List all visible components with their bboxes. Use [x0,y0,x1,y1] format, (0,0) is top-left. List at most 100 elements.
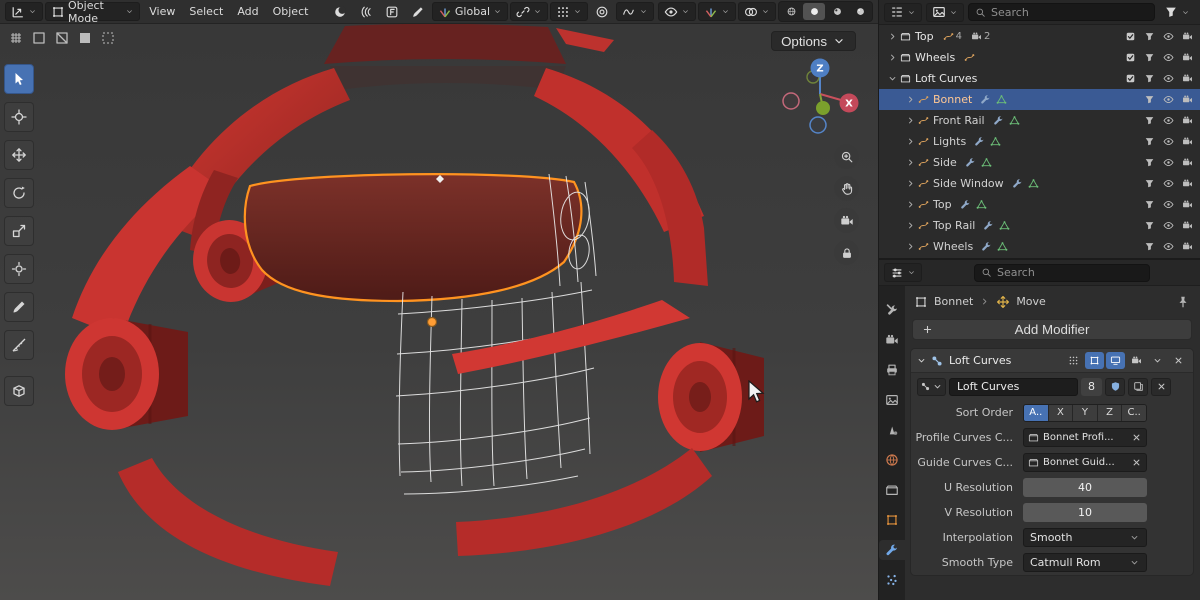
outliner-object-lights[interactable]: Lights [879,131,1200,152]
unlink-button[interactable] [1151,378,1171,396]
id-field[interactable]: Bonnet Profi... [1023,428,1147,447]
segment-option[interactable]: Z [1098,405,1123,421]
proportional-arcs-button[interactable] [354,2,378,21]
properties-tab-modifier[interactable] [879,540,905,560]
outliner-display-mode[interactable] [926,3,964,22]
tool-cursor[interactable] [4,102,34,132]
node-group-name-field[interactable]: Loft Curves [949,378,1078,396]
chevron-right-icon[interactable] [905,241,916,252]
id-field[interactable]: Bonnet Guid... [1023,453,1147,472]
properties-tab-render[interactable] [879,330,905,350]
camera-toggle[interactable] [1178,178,1197,189]
grid-button[interactable] [8,30,24,49]
dropdown-field[interactable]: Smooth [1023,528,1147,547]
checkbox-toggle[interactable] [1121,73,1140,84]
gizmos-dropdown[interactable] [698,2,736,21]
chevron-right-icon[interactable] [905,157,916,168]
navigation-gizmo[interactable]: Z X [780,54,864,138]
tool-measure[interactable] [4,330,34,360]
chevron-right-icon[interactable] [905,94,916,105]
shading-material-button[interactable] [826,3,848,20]
chevron-down-icon[interactable] [887,73,898,84]
panel-divider[interactable] [879,258,1200,260]
scene-3d-view[interactable] [0,24,878,600]
pin-icon[interactable] [1176,295,1190,309]
lock-button[interactable] [834,240,859,265]
funnel-toggle[interactable] [1140,52,1159,63]
object-origin-dot[interactable] [428,318,437,327]
segment-option[interactable]: X [1049,405,1074,421]
outliner-object-side[interactable]: Side [879,152,1200,173]
checkbox-toggle[interactable] [1121,31,1140,42]
outliner-filter-button[interactable] [1159,3,1195,22]
funnel-toggle[interactable] [1140,178,1159,189]
eye-toggle[interactable] [1159,220,1178,231]
zoom-button[interactable] [834,144,859,169]
rear-left-wheel[interactable] [65,318,188,430]
properties-tab-scene[interactable] [879,420,905,440]
chevron-right-icon[interactable] [905,220,916,231]
funnel-toggle[interactable] [1140,73,1159,84]
outliner-object-top[interactable]: Top [879,194,1200,215]
snapping-selector[interactable] [550,2,588,21]
snap-target-selector[interactable] [510,2,548,21]
eye-toggle[interactable] [1159,241,1178,252]
user-count-badge[interactable]: 8 [1081,378,1102,396]
tool-move[interactable] [4,140,34,170]
eye-toggle[interactable] [1159,115,1178,126]
visibility-dropdown[interactable] [658,2,696,21]
segment-option[interactable]: Y [1073,405,1098,421]
tool-tweak-select[interactable] [4,64,34,94]
tool-scale[interactable] [4,216,34,246]
shading-solid-button[interactable] [803,3,825,20]
display-editmode-toggle[interactable] [1085,352,1104,369]
camera-toggle[interactable] [1178,115,1197,126]
brush-button[interactable] [406,2,430,21]
menu-object[interactable]: Object [266,2,316,21]
funnel-toggle[interactable] [1140,199,1159,210]
display-realtime-toggle[interactable] [1106,352,1125,369]
funnel-toggle[interactable] [1140,136,1159,147]
fake-user-button[interactable] [1105,378,1125,396]
editor-type-selector[interactable] [5,2,43,21]
eye-toggle[interactable] [1159,31,1178,42]
eye-toggle[interactable] [1159,178,1178,189]
square-dashed-button[interactable] [100,30,116,49]
modifier-extras-menu[interactable] [1148,352,1167,369]
menu-select[interactable]: Select [182,2,230,21]
car-roof[interactable] [324,24,566,64]
properties-tab-particles[interactable] [879,570,905,590]
funnel-toggle[interactable] [1140,241,1159,252]
shading-toggle-button[interactable] [328,2,352,21]
tool-rotate[interactable] [4,178,34,208]
chevron-right-icon[interactable] [905,115,916,126]
camera-toggle[interactable] [1178,199,1197,210]
breadcrumb-tool[interactable]: Move [1016,295,1046,308]
eye-toggle[interactable] [1159,136,1178,147]
eye-toggle[interactable] [1159,52,1178,63]
display-render-toggle[interactable] [1127,352,1146,369]
properties-search-input[interactable]: Search [974,264,1150,282]
shading-rendered-button[interactable] [849,3,871,20]
checkbox-toggle[interactable] [1121,52,1140,63]
proportional-editing-toggle[interactable] [590,2,614,21]
tool-add-cube[interactable] [4,376,34,406]
segment-option[interactable]: C.. [1122,405,1146,421]
panel-expand-icon[interactable] [916,355,927,366]
chevron-right-icon[interactable] [887,31,898,42]
orientation-selector[interactable]: Global [432,2,508,21]
modifier-close-button[interactable] [1169,352,1188,369]
clear-icon[interactable] [1131,457,1142,468]
properties-tab-viewlayer[interactable] [879,390,905,410]
overlays-dropdown[interactable] [738,2,776,21]
eye-toggle[interactable] [1159,199,1178,210]
clear-icon[interactable] [1131,432,1142,443]
options-button[interactable]: Options [771,31,856,51]
camera-toggle[interactable] [1178,136,1197,147]
camera-toggle[interactable] [1178,157,1197,168]
display-cage-toggle[interactable] [1064,352,1083,369]
camera-toggle[interactable] [1178,73,1197,84]
node-group-browse[interactable] [917,378,946,396]
tool-annotate[interactable] [4,292,34,322]
outliner-editor-selector[interactable] [884,3,922,22]
